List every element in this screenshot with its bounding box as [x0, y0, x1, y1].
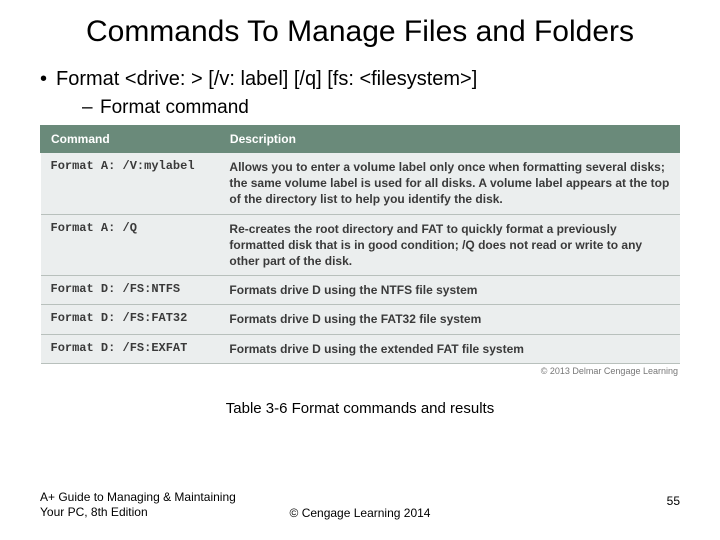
table-row: Format A: /V:mylabel Allows you to enter…: [41, 153, 680, 215]
bullet-1-text: Format <drive: > [/v: label] [/q] [fs: <…: [56, 68, 477, 90]
cell-command: Format D: /FS:FAT32: [41, 305, 220, 334]
slide: Commands To Manage Files and Folders •Fo…: [0, 0, 720, 540]
cell-command: Format A: /V:mylabel: [41, 153, 220, 215]
footer: A+ Guide to Managing & Maintaining Your …: [0, 506, 720, 520]
table-row: Format D: /FS:NTFS Formats drive D using…: [41, 276, 680, 305]
bullet-level-1: •Format <drive: > [/v: label] [/q] [fs: …: [40, 68, 680, 91]
table: Command Description Format A: /V:mylabel…: [40, 125, 680, 364]
footer-right: 55: [667, 494, 680, 508]
table-row: Format D: /FS:FAT32 Formats drive D usin…: [41, 305, 680, 334]
page-title: Commands To Manage Files and Folders: [0, 0, 720, 50]
table-row: Format D: /FS:EXFAT Formats drive D usin…: [41, 334, 680, 363]
table-row: Format A: /Q Re-creates the root directo…: [41, 214, 680, 276]
cell-description: Formats drive D using the FAT32 file sys…: [219, 305, 679, 334]
table-credit: © 2013 Delmar Cengage Learning: [0, 366, 678, 376]
body: •Format <drive: > [/v: label] [/q] [fs: …: [0, 68, 720, 119]
cell-command: Format D: /FS:NTFS: [41, 276, 220, 305]
footer-left: A+ Guide to Managing & Maintaining Your …: [40, 490, 240, 520]
col-description: Description: [219, 126, 679, 153]
bullet-2-text: Format command: [100, 97, 249, 118]
format-table: Command Description Format A: /V:mylabel…: [40, 125, 680, 364]
table-caption: Table 3-6 Format commands and results: [0, 400, 720, 417]
col-command: Command: [41, 126, 220, 153]
cell-description: Formats drive D using the NTFS file syst…: [219, 276, 679, 305]
cell-description: Formats drive D using the extended FAT f…: [219, 334, 679, 363]
cell-command: Format A: /Q: [41, 214, 220, 276]
bullet-level-2: –Format command: [82, 97, 680, 119]
bullet-dash-icon: –: [82, 97, 100, 119]
cell-description: Re-creates the root directory and FAT to…: [219, 214, 679, 276]
cell-command: Format D: /FS:EXFAT: [41, 334, 220, 363]
cell-description: Allows you to enter a volume label only …: [219, 153, 679, 215]
table-header-row: Command Description: [41, 126, 680, 153]
bullet-dot-icon: •: [40, 68, 56, 91]
